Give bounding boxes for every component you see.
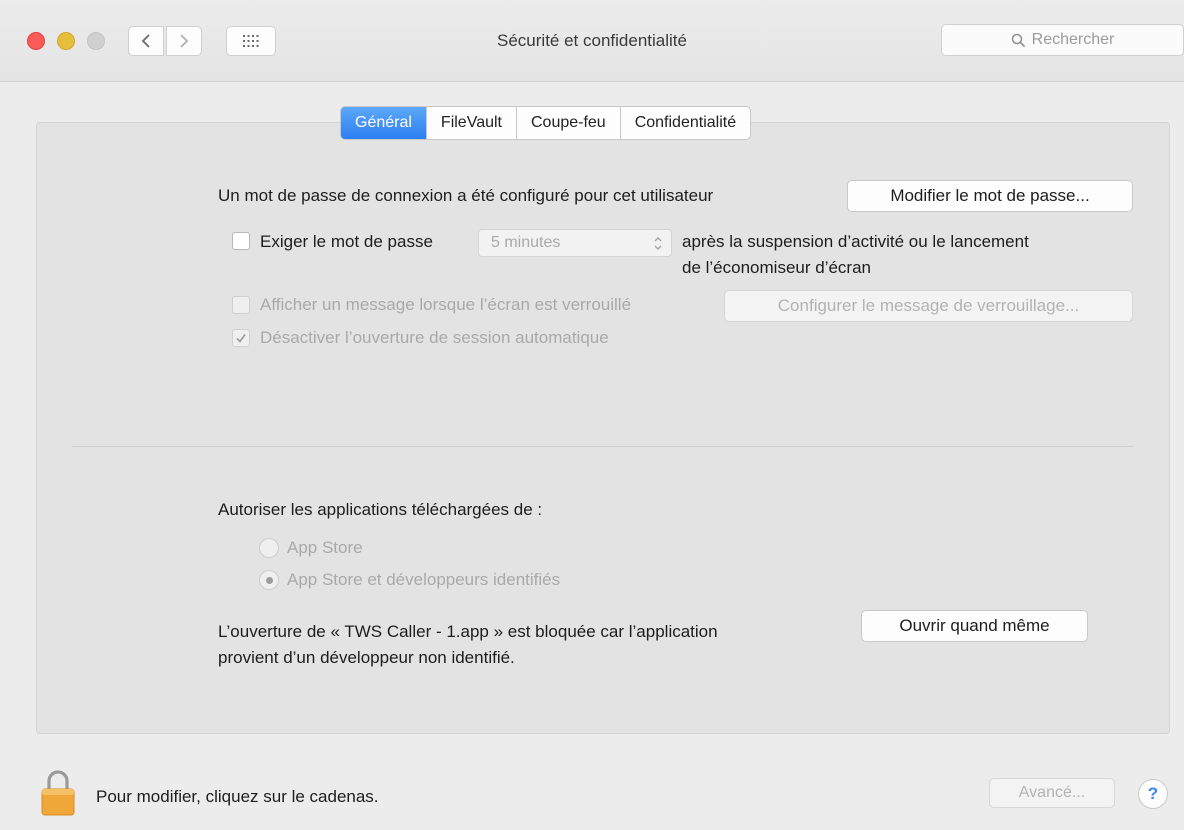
radio-app-store-identified-label: App Store et développeurs identifiés [287,570,561,589]
password-notice: Un mot de passe de connexion a été confi… [218,186,714,205]
search-field[interactable]: Rechercher [941,24,1184,56]
password-delay-select[interactable]: 5 minutes [478,229,672,257]
radio-app-store-identified[interactable] [259,570,279,590]
lock-message-label: Afficher un message lorsque l’écran est … [260,295,632,314]
title-bar: Sécurité et confidentialité Rechercher [0,0,1184,82]
blocked-app-message-2: provient d’un développeur non identifié. [218,648,515,667]
require-password-suffix-1: après la suspension d’activité ou le lan… [682,232,1029,251]
checkmark-icon [236,334,246,343]
change-password-button[interactable]: Modifier le mot de passe... [847,180,1133,212]
search-placeholder: Rechercher [1031,31,1115,48]
tab-bar: Général FileVault Coupe-feu Confidential… [340,106,752,140]
lock-icon[interactable] [40,768,76,816]
disable-auto-login-checkbox[interactable] [232,329,250,347]
tab-filevault[interactable]: FileVault [427,107,517,139]
tab-privacy[interactable]: Confidentialité [621,107,750,139]
require-password-suffix-2: de l’économiseur d’écran [682,258,871,277]
configure-lock-message-button[interactable]: Configurer le message de verrouillage... [724,290,1133,322]
require-password-checkbox[interactable] [232,232,250,250]
blocked-app-message-1: L’ouverture de « TWS Caller - 1.app » es… [218,622,718,641]
radio-app-store-label: App Store [287,538,363,557]
disable-auto-login-label: Désactiver l’ouverture de session automa… [260,328,609,347]
downloads-heading: Autoriser les applications téléchargées … [218,500,543,519]
help-button[interactable]: ? [1138,779,1168,809]
advanced-button[interactable]: Avancé... [989,778,1115,808]
password-delay-value: 5 minutes [491,234,561,251]
lock-message-checkbox[interactable] [232,296,250,314]
help-icon: ? [1147,784,1159,803]
radio-app-store[interactable] [259,538,279,558]
search-icon [1011,33,1025,47]
stepper-arrows-icon [654,237,662,250]
lock-instruction: Pour modifier, cliquez sur le cadenas. [96,787,379,806]
section-divider [72,446,1134,447]
tab-general[interactable]: Général [341,107,427,139]
open-anyway-button[interactable]: Ouvrir quand même [861,610,1088,642]
tab-firewall[interactable]: Coupe-feu [517,107,621,139]
radio-selected-dot [265,576,273,584]
content-panel [36,122,1170,734]
require-password-label: Exiger le mot de passe [260,232,433,251]
